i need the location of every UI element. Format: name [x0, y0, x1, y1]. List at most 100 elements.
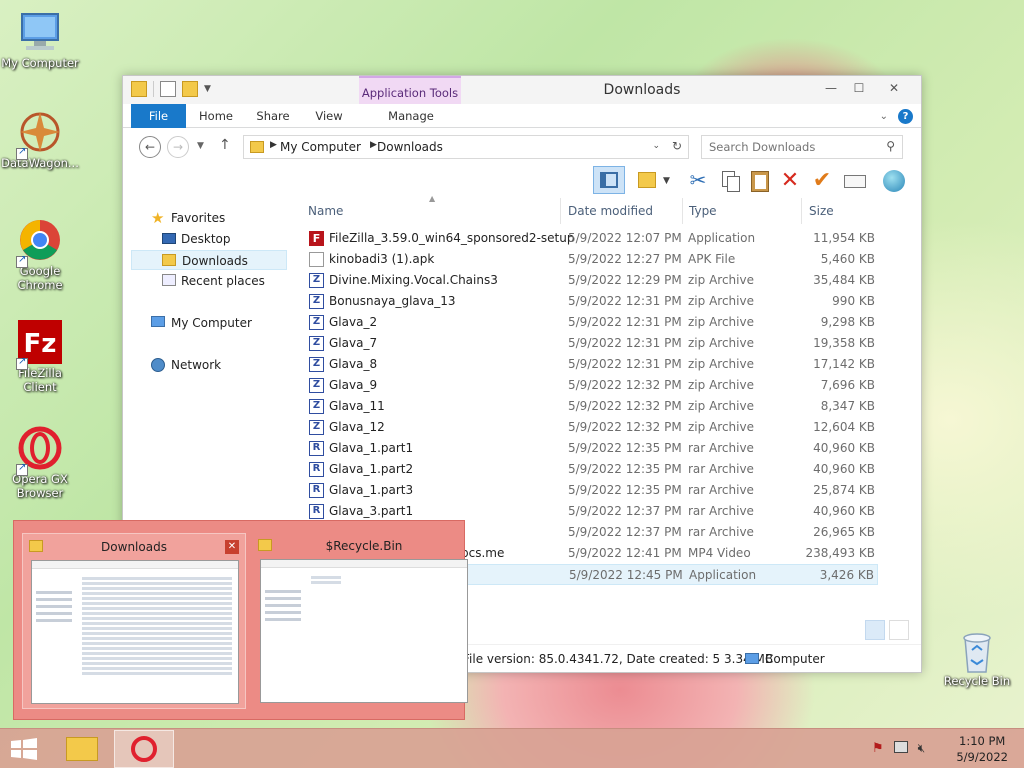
details-view-icon[interactable]: [865, 620, 885, 640]
large-icons-view-icon[interactable]: [889, 620, 909, 640]
nav-desktop[interactable]: Desktop: [131, 229, 287, 249]
address-dropdown-icon[interactable]: ⌄: [652, 141, 660, 151]
file-name: Glava_8: [329, 357, 378, 371]
column-type[interactable]: Type: [689, 204, 717, 218]
start-button[interactable]: [10, 738, 38, 760]
table-row[interactable]: R Glava_1.part3 5/9/2022 12:35 PM rar Ar…: [305, 480, 878, 501]
shortcut-arrow-icon: [16, 254, 28, 268]
column-divider[interactable]: [801, 198, 802, 224]
expand-ribbon-icon[interactable]: ⌄: [880, 111, 888, 122]
recent-locations-dropdown[interactable]: ▼: [197, 141, 204, 151]
nav-network[interactable]: Network: [131, 355, 287, 375]
view-toggle: [865, 620, 909, 640]
file-size: 5,460 KB: [820, 252, 875, 266]
table-row[interactable]: F FileZilla_3.59.0_win64_sponsored2-setu…: [305, 228, 878, 249]
table-row[interactable]: Z Glava_8 5/9/2022 12:31 PM zip Archive …: [305, 354, 878, 375]
thumbnail-recycle-bin[interactable]: $Recycle.Bin: [252, 533, 476, 709]
action-center-flag-icon[interactable]: ⚑: [872, 741, 884, 756]
table-row[interactable]: Z Divine.Mixing.Vocal.Chains3 5/9/2022 1…: [305, 270, 878, 291]
table-row[interactable]: kinobadi3 (1).apk 5/9/2022 12:27 PM APK …: [305, 249, 878, 270]
rename-check-icon[interactable]: ✔: [809, 168, 835, 194]
nav-favorites[interactable]: ★ Favorites: [131, 208, 287, 228]
column-name[interactable]: Name: [308, 204, 343, 218]
search-input[interactable]: [702, 136, 872, 158]
help-icon[interactable]: ?: [898, 109, 913, 124]
file-date: 5/9/2022 12:27 PM: [568, 252, 682, 266]
thumbnail-downloads[interactable]: Downloads ✕: [22, 533, 246, 709]
file-date: 5/9/2022 12:35 PM: [568, 462, 682, 476]
clock[interactable]: 1:10 PM 5/9/2022: [956, 733, 1008, 765]
desktop-icon-recycle-bin[interactable]: Recycle Bin: [942, 630, 1012, 688]
chevron-down-icon[interactable]: ▼: [663, 168, 675, 194]
column-size[interactable]: Size: [809, 204, 834, 218]
breadcrumb-downloads[interactable]: Downloads: [377, 140, 443, 154]
table-row[interactable]: Z Glava_7 5/9/2022 12:31 PM zip Archive …: [305, 333, 878, 354]
file-type: rar Archive: [688, 525, 754, 539]
desktop-icon-datawagon[interactable]: DataWagon...: [0, 108, 80, 170]
tab-view[interactable]: View: [307, 104, 351, 128]
volume-muted-icon[interactable]: 🔇︎: [918, 741, 926, 756]
nav-downloads[interactable]: Downloads: [131, 250, 287, 270]
address-bar[interactable]: ▶ My Computer ▶ Downloads ⌄ ↻: [243, 135, 689, 159]
search-box[interactable]: ⚲: [701, 135, 903, 159]
context-tab-header: Application Tools: [361, 86, 459, 100]
breadcrumb-separator-icon[interactable]: ▶: [270, 140, 277, 150]
nav-recent-places[interactable]: Recent places: [131, 271, 287, 291]
desktop-icon-opera-gx[interactable]: Opera GX Browser: [0, 424, 80, 500]
cut-icon[interactable]: ✂: [685, 168, 711, 194]
title-bar[interactable]: ▼ Downloads — ☐ ✕: [123, 76, 921, 104]
refresh-icon[interactable]: ↻: [672, 139, 682, 153]
tab-file[interactable]: File: [131, 104, 186, 128]
desktop-icon-my-computer[interactable]: My Computer: [0, 8, 80, 70]
file-size: 7,696 KB: [820, 378, 875, 392]
file-size: 9,298 KB: [820, 315, 875, 329]
copy-icon[interactable]: [717, 168, 743, 194]
taskbar-opera-gx[interactable]: [114, 730, 174, 768]
file-type: zip Archive: [688, 273, 754, 287]
close-icon[interactable]: ✕: [225, 540, 239, 554]
globe-icon[interactable]: [881, 168, 907, 194]
network-icon[interactable]: [893, 741, 908, 753]
properties-icon[interactable]: [841, 168, 867, 194]
breadcrumb-my-computer[interactable]: My Computer: [280, 140, 361, 154]
back-button[interactable]: ←: [139, 136, 161, 158]
table-row[interactable]: Z Glava_12 5/9/2022 12:32 PM zip Archive…: [305, 417, 878, 438]
breadcrumb-separator-icon[interactable]: ▶: [370, 140, 377, 150]
minimize-button[interactable]: —: [817, 78, 845, 98]
clock-date: 5/9/2022: [956, 750, 1008, 764]
search-icon[interactable]: ⚲: [886, 139, 895, 153]
nav-network-label: Network: [171, 358, 222, 372]
table-row[interactable]: Z Bonusnaya_glava_13 5/9/2022 12:31 PM z…: [305, 291, 878, 312]
nav-my-computer[interactable]: My Computer: [131, 313, 287, 333]
table-row[interactable]: Z Glava_9 5/9/2022 12:32 PM zip Archive …: [305, 375, 878, 396]
maximize-button[interactable]: ☐: [845, 78, 873, 98]
delete-icon[interactable]: ✕: [777, 168, 803, 194]
table-row[interactable]: R Glava_1.part2 5/9/2022 12:35 PM rar Ar…: [305, 459, 878, 480]
taskbar: ⚑ 🔇︎ 1:10 PM 5/9/2022: [0, 728, 1024, 768]
paste-icon[interactable]: [747, 168, 773, 194]
tab-share[interactable]: Share: [249, 104, 297, 128]
up-button[interactable]: ↑: [219, 137, 231, 153]
preview-pane-icon[interactable]: [593, 166, 625, 194]
file-size: 26,965 KB: [813, 525, 875, 539]
file-size: 8,347 KB: [820, 399, 875, 413]
move-to-icon[interactable]: [635, 168, 661, 194]
file-type: zip Archive: [688, 294, 754, 308]
column-divider[interactable]: [560, 198, 561, 224]
table-row[interactable]: R Glava_1.part1 5/9/2022 12:35 PM rar Ar…: [305, 438, 878, 459]
tab-home[interactable]: Home: [193, 104, 239, 128]
column-divider[interactable]: [682, 198, 683, 224]
status-file-info: File version: 85.0.4341.72, Date created…: [463, 652, 773, 666]
zip-archive-icon: Z: [309, 399, 324, 414]
table-row[interactable]: Z Glava_2 5/9/2022 12:31 PM zip Archive …: [305, 312, 878, 333]
close-button[interactable]: ✕: [873, 78, 915, 98]
forward-button[interactable]: →: [167, 136, 189, 158]
tab-manage[interactable]: Manage: [373, 104, 449, 128]
taskbar-file-explorer[interactable]: [52, 730, 112, 768]
table-row[interactable]: R Glava_3.part1 5/9/2022 12:37 PM rar Ar…: [305, 501, 878, 522]
file-date: 5/9/2022 12:45 PM: [569, 568, 683, 582]
desktop-icon-chrome[interactable]: Google Chrome: [0, 216, 80, 292]
desktop-icon-filezilla[interactable]: Fz FileZilla Client: [0, 318, 80, 394]
column-date-modified[interactable]: Date modified: [568, 204, 653, 218]
table-row[interactable]: Z Glava_11 5/9/2022 12:32 PM zip Archive…: [305, 396, 878, 417]
